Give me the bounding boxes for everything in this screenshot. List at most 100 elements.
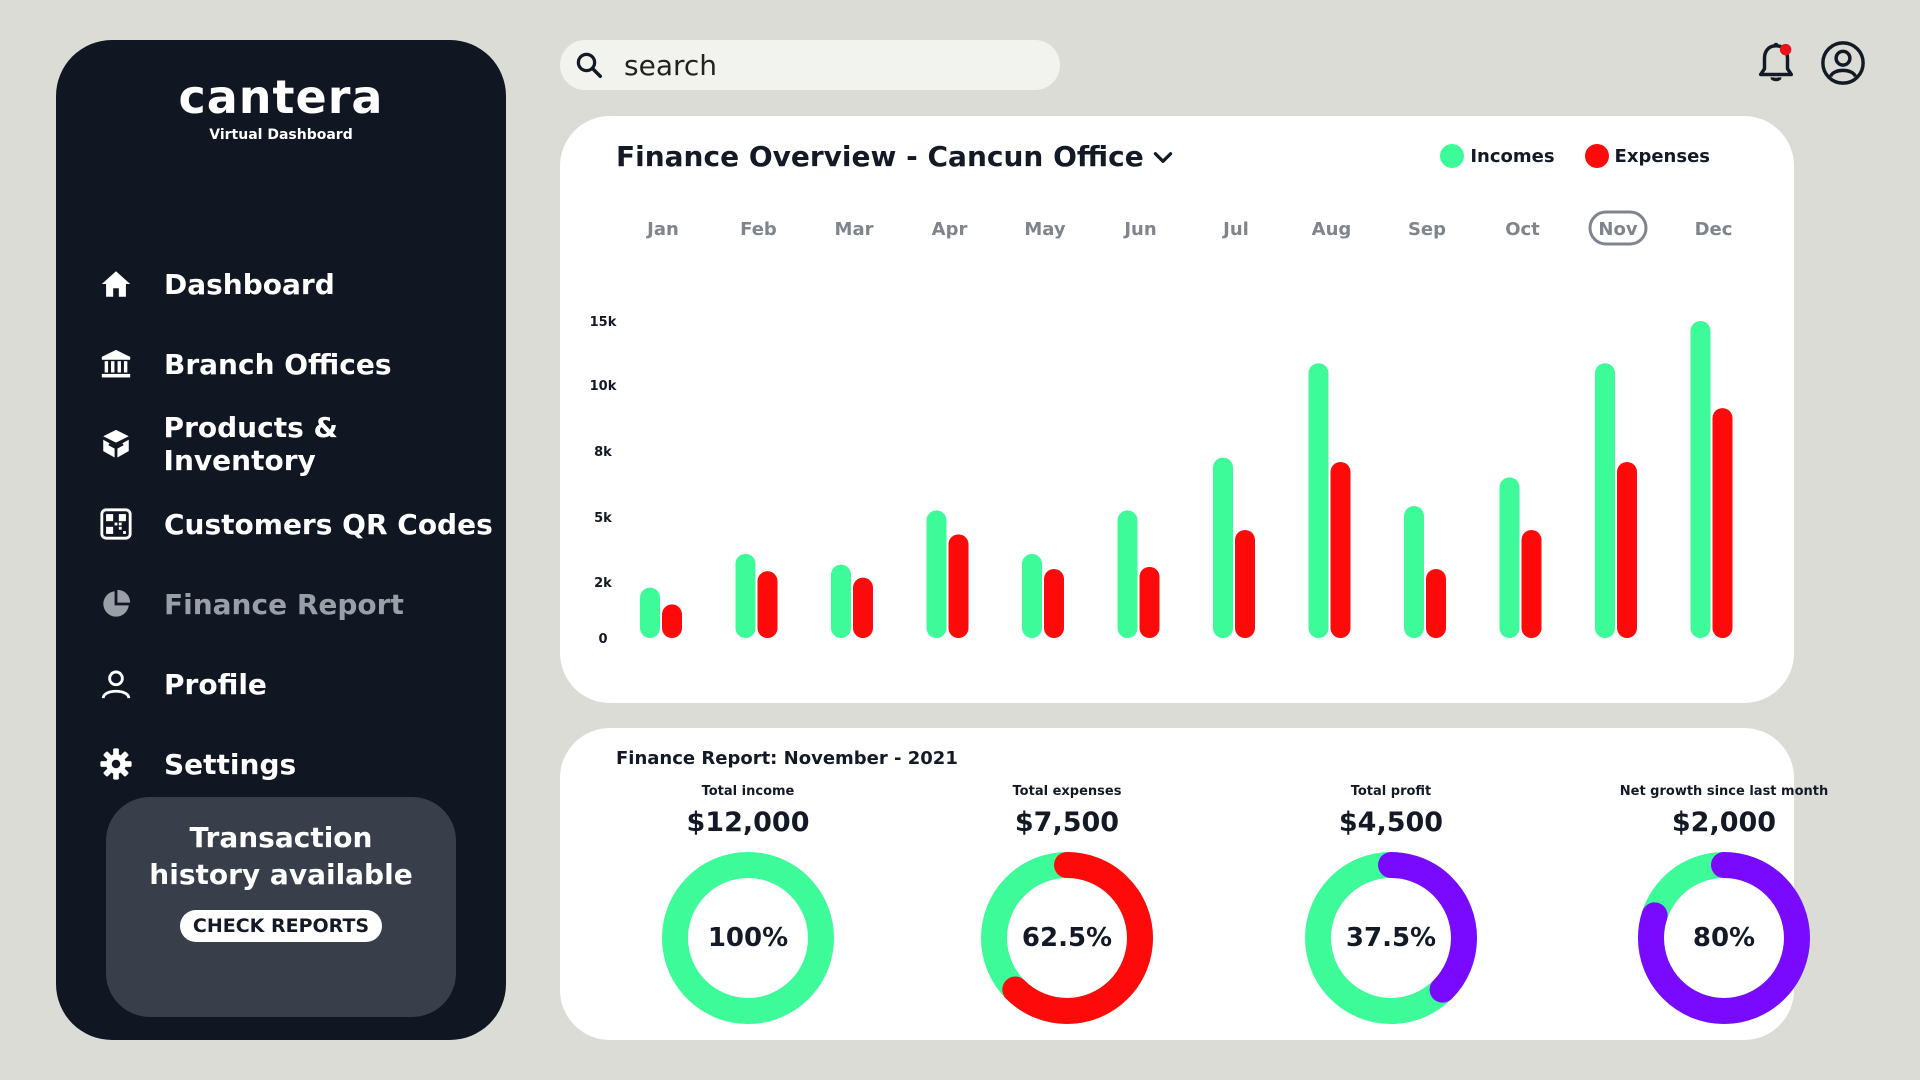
brand-subtitle: Virtual Dashboard (209, 126, 353, 143)
income-bar[interactable] (1595, 363, 1615, 638)
metric-label: Total expenses (1012, 784, 1122, 799)
donut-percent: 80% (1692, 923, 1756, 953)
month-label[interactable]: Oct (1505, 219, 1540, 240)
y-tick-label: 15k (590, 315, 617, 330)
expense-bar[interactable] (948, 534, 969, 638)
month-label[interactable]: Jul (1221, 219, 1249, 240)
legend-label: Incomes (1470, 145, 1555, 167)
y-tick-label: 10k (590, 379, 617, 394)
finance-bar-chart: 0 2k 5k 8k 10k 15k Jan Feb Mar Apr May Jun Jul Aug Sep… (590, 210, 1733, 647)
expense-bar[interactable] (1712, 408, 1733, 638)
income-bar[interactable] (735, 553, 756, 638)
income-bar[interactable] (1308, 363, 1329, 638)
chevron-down-icon (1153, 151, 1172, 163)
metric-value: $4,500 (1338, 807, 1444, 838)
y-tick-label: 2k (594, 576, 612, 591)
income-bar[interactable] (926, 510, 947, 638)
expense-bar[interactable] (1521, 530, 1542, 638)
sidebar-item-branch-offices[interactable]: Branch Offices (96, 324, 496, 404)
legend-expenses: Expenses (1584, 144, 1710, 168)
donut-chart: 100% (660, 850, 836, 1026)
metric-label: Total income (701, 784, 795, 799)
expense-bar[interactable] (757, 571, 778, 638)
sidebar-item-label: Settings (164, 747, 297, 781)
metric-label: Total profit (1350, 784, 1432, 799)
income-bar[interactable] (1499, 477, 1520, 638)
metric-value: $7,500 (1014, 807, 1120, 838)
box-icon (96, 424, 136, 464)
income-bar[interactable] (831, 564, 851, 638)
donut-chart: 62.5% (979, 850, 1155, 1026)
donut-chart: 80% (1636, 850, 1812, 1026)
month-label[interactable]: May (1024, 219, 1066, 240)
sidebar-item-customers-qr-codes[interactable]: Customers QR Codes (96, 484, 496, 564)
office-selector[interactable]: Finance Overview - Cancun Office (616, 140, 1176, 173)
sidebar-item-label: Branch Offices (164, 347, 392, 381)
metric-value: $2,000 (1671, 807, 1777, 838)
expense-bar[interactable] (1235, 530, 1255, 638)
income-bar[interactable] (1022, 553, 1042, 638)
donut-percent: 37.5% (1345, 923, 1437, 953)
metric-total-expenses: Total expenses $7,500 62.5% (937, 784, 1197, 1026)
brand: cantera Virtual Dashboard (56, 72, 506, 143)
sidebar-item-finance-report[interactable]: Finance Report (96, 564, 496, 644)
report-title: Finance Report: November - 2021 (616, 748, 958, 769)
expense-bar[interactable] (1139, 566, 1160, 638)
donut-chart: 37.5% (1303, 850, 1479, 1026)
legend-incomes: Incomes (1440, 144, 1555, 168)
month-label[interactable]: Mar (835, 219, 874, 240)
legend-swatch (1440, 144, 1465, 168)
user-icon (96, 664, 136, 704)
y-tick-label: 0 (598, 632, 607, 647)
expense-bar[interactable] (662, 604, 682, 638)
month-label[interactable]: Jan (645, 219, 679, 240)
sidebar-item-profile[interactable]: Profile (96, 644, 496, 724)
month-label[interactable]: Aug (1312, 219, 1352, 240)
income-bar[interactable] (1117, 510, 1138, 638)
finance-overview-card: 0 2k 5k 8k 10k 15k Jan Feb Mar Apr May Jun Jul Aug Sep… (560, 116, 1794, 703)
metric-label: Net growth since last month (1619, 784, 1829, 799)
income-bar[interactable] (1690, 321, 1711, 638)
sidebar-item-dashboard[interactable]: Dashboard (96, 244, 496, 324)
sidebar-item-settings[interactable]: Settings (96, 724, 496, 804)
income-bar[interactable] (640, 587, 660, 638)
sidebar-nav: Dashboard Branch Offices Products & Inve… (96, 244, 496, 804)
expense-bar[interactable] (1426, 569, 1446, 638)
search-bar[interactable] (560, 40, 1060, 90)
donut-percent: 100% (707, 923, 789, 953)
expense-bar[interactable] (853, 577, 873, 638)
month-label[interactable]: Feb (740, 219, 777, 240)
metric-value: $12,000 (686, 807, 810, 838)
month-label[interactable]: Dec (1695, 219, 1733, 240)
y-tick-label: 5k (594, 511, 612, 526)
sidebar-item-products-inventory[interactable]: Products & Inventory (96, 404, 496, 484)
income-bar[interactable] (1404, 506, 1424, 638)
expense-bar[interactable] (1044, 569, 1064, 638)
legend-swatch (1584, 144, 1609, 168)
bank-icon (96, 344, 136, 384)
sidebar-item-label: Finance Report (164, 587, 404, 621)
search-input[interactable] (622, 47, 1026, 83)
notification-bell-icon[interactable] (1753, 40, 1799, 86)
donut-percent: 62.5% (1021, 923, 1113, 953)
month-label[interactable]: Jun (1122, 219, 1156, 240)
check-reports-button[interactable]: CHECK REPORTS (179, 910, 383, 942)
metric-net-growth: Net growth since last month $2,000 80% (1594, 784, 1854, 1026)
sidebar-item-label: Profile (164, 667, 267, 701)
expense-bar[interactable] (1617, 462, 1637, 638)
sidebar-item-label: Customers QR Codes (164, 507, 493, 541)
legend-label: Expenses (1614, 145, 1710, 167)
income-bar[interactable] (1213, 457, 1233, 638)
month-label[interactable]: Nov (1598, 219, 1637, 240)
gear-icon (96, 744, 136, 784)
account-avatar-icon[interactable] (1820, 40, 1866, 86)
brand-logo: cantera (178, 70, 384, 124)
chart-title: Finance Overview - Cancun Office (616, 140, 1144, 173)
expense-bar[interactable] (1330, 462, 1351, 638)
month-label[interactable]: Apr (932, 219, 968, 240)
transaction-history-card: Transaction history available CHECK REPO… (106, 797, 456, 1017)
finance-report-card: Finance Report: November - 2021 Total in… (560, 728, 1828, 1040)
promo-title: Transaction history available (149, 821, 413, 891)
search-icon (576, 52, 602, 78)
month-label[interactable]: Sep (1408, 219, 1446, 240)
